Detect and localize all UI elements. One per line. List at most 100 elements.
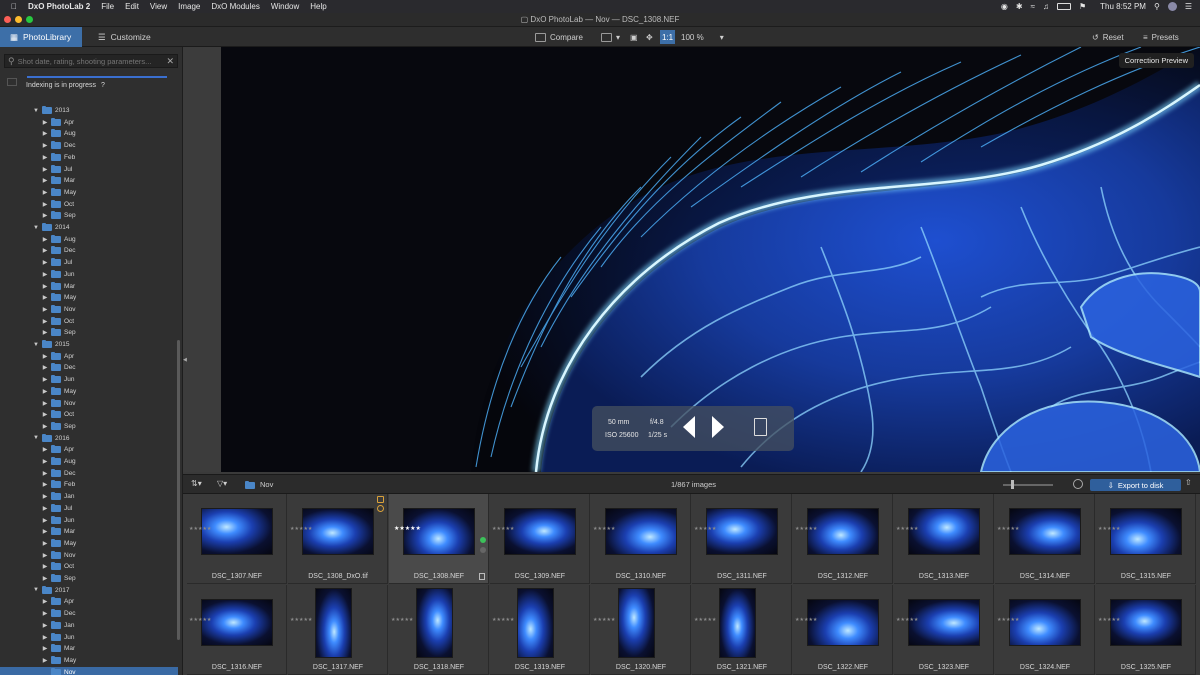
tree-month-item[interactable]: ▶ Jul — [42, 257, 72, 268]
disclosure-closed-icon[interactable]: ▶ — [42, 283, 48, 290]
tree-month-item[interactable]: ▶ Aug — [42, 234, 76, 245]
disclosure-closed-icon[interactable]: ▶ — [42, 622, 48, 629]
thumbnail-cell[interactable]: ★★★★★ DSC_1325.NEF — [1096, 585, 1196, 675]
tree-month-item[interactable]: ▶ Apr — [42, 117, 74, 128]
correction-preview-button[interactable]: Correction Preview — [1118, 53, 1194, 68]
thumbnail-cell[interactable]: ★★★★★ DSC_1314.NEF — [995, 494, 1095, 584]
thumbnail-cell[interactable]: ★★★★★ DSC_1322.NEF — [793, 585, 893, 675]
tree-month-item[interactable]: ▶ May — [42, 187, 76, 198]
disclosure-closed-icon[interactable]: ▶ — [42, 189, 48, 196]
thumbnail-image[interactable] — [908, 508, 980, 555]
disclosure-closed-icon[interactable]: ▶ — [42, 634, 48, 641]
disclosure-closed-icon[interactable]: ▶ — [42, 130, 48, 137]
rating-stars[interactable]: ★★★★★ — [394, 526, 421, 533]
disclosure-closed-icon[interactable]: ▶ — [42, 470, 48, 477]
disclosure-closed-icon[interactable]: ▶ — [42, 201, 48, 208]
tree-month-item[interactable]: ▶ Oct — [42, 561, 74, 572]
battery-icon[interactable] — [1056, 3, 1071, 10]
disclosure-closed-icon[interactable]: ▶ — [42, 318, 48, 325]
tree-month-item[interactable]: ▶ Feb — [42, 479, 75, 490]
thumbnail-cell[interactable]: ★★★★★ DSC_1324.NEF — [995, 585, 1095, 675]
disclosure-closed-icon[interactable]: ▶ — [42, 259, 48, 266]
disclosure-closed-icon[interactable]: ▶ — [42, 411, 48, 418]
disclosure-closed-icon[interactable]: ▶ — [42, 154, 48, 161]
tree-month-item[interactable]: ▶ Nov — [42, 304, 76, 315]
menu-app[interactable]: DxO PhotoLab 2 — [28, 0, 90, 13]
disclosure-open-icon[interactable]: ▼ — [33, 342, 39, 348]
thumbnail-image[interactable] — [1110, 508, 1182, 555]
thumbnail-size-handle[interactable] — [1011, 480, 1014, 489]
tree-month-item[interactable]: ▶ Dec — [42, 468, 76, 479]
disclosure-closed-icon[interactable]: ▶ — [42, 294, 48, 301]
trash-icon[interactable] — [754, 418, 767, 436]
thumbnail-image[interactable] — [908, 599, 980, 646]
thumbnail-image[interactable] — [605, 508, 677, 555]
thumbnail-image[interactable] — [719, 588, 756, 658]
tree-month-item[interactable]: ▶ May — [42, 386, 76, 397]
rating-stars[interactable]: ★★★★★ — [593, 617, 615, 623]
actual-size-button[interactable]: 1:1 — [660, 30, 676, 44]
tree-month-item[interactable]: ▶ Dec — [42, 362, 76, 373]
rating-stars[interactable]: ★★★★★ — [290, 526, 312, 532]
disclosure-closed-icon[interactable]: ▶ — [42, 458, 48, 465]
tree-month-item[interactable]: ▶ Jun — [42, 374, 74, 385]
tree-month-item[interactable]: ▶ Mar — [42, 281, 75, 292]
thumbnail-cell[interactable]: ★★★★★ DSC_1312.NEF — [793, 494, 893, 584]
tree-month-item[interactable]: ▶ Jul — [42, 164, 72, 175]
disclosure-closed-icon[interactable]: ▶ — [42, 247, 48, 254]
user-icon[interactable] — [1167, 2, 1177, 11]
disclosure-open-icon[interactable]: ▼ — [33, 435, 39, 441]
sidebar-scrollbar[interactable] — [177, 340, 180, 640]
export-options-icon[interactable] — [1073, 479, 1083, 489]
tree-month-item[interactable]: ▶ Mar — [42, 643, 75, 654]
status-icon[interactable]: ◉ — [1001, 2, 1008, 11]
thumbnail-image[interactable] — [302, 508, 374, 555]
tree-year-item[interactable]: ▼ 2015 — [33, 339, 69, 350]
thumbnail-image[interactable] — [315, 588, 352, 658]
thumbnail-image[interactable] — [1009, 508, 1081, 555]
thumbnail-cell[interactable]: ★★★★★ DSC_1323.NEF — [894, 585, 994, 675]
disclosure-closed-icon[interactable]: ▶ — [42, 505, 48, 512]
tree-month-item[interactable]: ▶ Nov — [42, 550, 76, 561]
disclosure-closed-icon[interactable]: ▶ — [42, 306, 48, 313]
disclosure-closed-icon[interactable]: ▶ — [42, 528, 48, 535]
thumbnail-cell[interactable]: ★★★★★ DSC_1313.NEF — [894, 494, 994, 584]
tree-year-item[interactable]: ▼ 2017 — [33, 585, 69, 596]
thumbnail-cell[interactable]: ★★★★★ DSC_1320.NEF — [591, 585, 691, 675]
crop-button[interactable]: ▣ — [630, 30, 638, 44]
tree-year-item[interactable]: ▼ 2014 — [33, 222, 69, 233]
disclosure-closed-icon[interactable]: ▶ — [42, 166, 48, 173]
rating-stars[interactable]: ★★★★★ — [694, 526, 716, 532]
tree-month-item[interactable]: ▶ Dec — [42, 608, 76, 619]
disclosure-closed-icon[interactable]: ▶ — [42, 423, 48, 430]
disclosure-closed-icon[interactable]: ▶ — [42, 657, 48, 664]
disclosure-closed-icon[interactable]: ▶ — [42, 212, 48, 219]
thumbnail-cell[interactable]: ★★★★★ DSC_1309.NEF — [490, 494, 590, 584]
thumbnail-cell[interactable]: ★★★★★ DSC_1317.NEF — [288, 585, 388, 675]
tree-month-item[interactable]: ▶ Oct — [42, 199, 74, 210]
tree-month-item[interactable]: ▶ Jan — [42, 620, 74, 631]
wifi-icon[interactable]: ≈ — [1031, 2, 1035, 11]
disclosure-closed-icon[interactable]: ▶ — [42, 271, 48, 278]
menu-view[interactable]: View — [150, 0, 167, 13]
thumbnail-image[interactable] — [618, 588, 655, 658]
tree-year-item[interactable]: ▼ 2016 — [33, 433, 69, 444]
tree-month-item[interactable]: ▶ Sep — [42, 327, 76, 338]
tree-month-item[interactable]: ▶ Oct — [42, 316, 74, 327]
tree-month-item[interactable]: ▶ Jun — [42, 515, 74, 526]
menu-file[interactable]: File — [101, 0, 114, 13]
collapse-sidebar-icon[interactable]: ◀ — [183, 357, 187, 363]
tree-month-item[interactable]: ▶ Jun — [42, 632, 74, 643]
tree-month-item[interactable]: ▶ Mar — [42, 175, 75, 186]
thumbnail-image[interactable] — [1009, 599, 1081, 646]
thumbnail-cell[interactable]: ★★★★★ DSC_1318.NEF — [389, 585, 489, 675]
disclosure-closed-icon[interactable]: ▶ — [42, 142, 48, 149]
sort-icon[interactable]: ⇅▾ — [191, 479, 202, 488]
rating-stars[interactable]: ★★★★★ — [1098, 617, 1120, 623]
disclosure-closed-icon[interactable]: ▶ — [42, 552, 48, 559]
disclosure-closed-icon[interactable]: ▶ — [42, 177, 48, 184]
thumbnail-image[interactable] — [201, 508, 273, 555]
rating-stars[interactable]: ★★★★★ — [593, 526, 615, 532]
disclosure-closed-icon[interactable]: ▶ — [42, 493, 48, 500]
thumbnail-image[interactable] — [517, 588, 554, 658]
